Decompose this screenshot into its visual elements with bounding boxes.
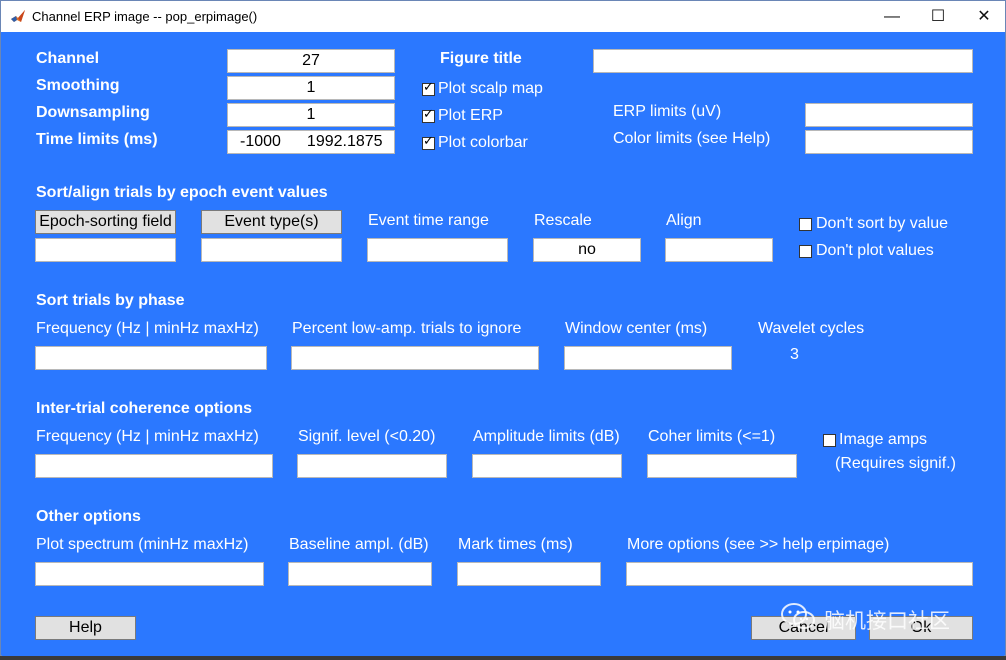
percent-ignore-input[interactable] xyxy=(291,346,539,370)
window-title: Channel ERP image -- pop_erpimage() xyxy=(32,9,258,24)
mark-times-input[interactable] xyxy=(457,562,601,586)
time-limits-min: -1000 xyxy=(240,133,281,150)
smoothing-label: Smoothing xyxy=(36,77,120,94)
plot-spectrum-label: Plot spectrum (minHz maxHz) xyxy=(36,536,249,553)
color-limits-label: Color limits (see Help) xyxy=(613,130,771,147)
matlab-logo-icon xyxy=(11,10,25,22)
desktop-strip xyxy=(0,656,1006,660)
watermark-text: 脑机接口社区 xyxy=(824,609,950,633)
more-options-label: More options (see >> help erpimage) xyxy=(627,536,890,553)
plot-colorbar-checkbox[interactable] xyxy=(422,134,435,150)
align-input[interactable] xyxy=(665,238,773,262)
amplitude-limits-label: Amplitude limits (dB) xyxy=(473,428,620,445)
itc-frequency-input[interactable] xyxy=(35,454,273,478)
epoch-sorting-field-input[interactable] xyxy=(35,238,176,262)
rescale-label: Rescale xyxy=(534,212,592,229)
itc-frequency-label: Frequency (Hz | minHz maxHz) xyxy=(36,428,259,445)
wechat-icon xyxy=(781,603,815,629)
plot-colorbar-label: Plot colorbar xyxy=(438,134,528,151)
phase-section-heading: Sort trials by phase xyxy=(36,292,185,309)
erp-limits-input[interactable] xyxy=(805,103,973,127)
event-time-range-label: Event time range xyxy=(368,212,489,229)
downsampling-label: Downsampling xyxy=(36,104,150,121)
time-limits-label: Time limits (ms) xyxy=(36,131,158,148)
dont-sort-label: Don't sort by value xyxy=(816,215,949,232)
watermark: 脑机接口社区 xyxy=(777,597,977,637)
dialog-window: Channel ERP image -- pop_erpimage() — ☐ … xyxy=(0,0,1006,656)
close-icon[interactable]: ✕ xyxy=(961,1,1006,32)
event-type-button[interactable]: Event type(s) xyxy=(201,210,342,234)
image-amps-checkbox[interactable] xyxy=(823,434,836,447)
epoch-sorting-field-button[interactable]: Epoch-sorting field xyxy=(35,210,176,234)
baseline-ampl-input[interactable] xyxy=(288,562,432,586)
smoothing-input[interactable]: 1 xyxy=(227,76,395,100)
more-options-input[interactable] xyxy=(626,562,973,586)
dont-plot-checkbox[interactable] xyxy=(799,245,812,258)
dont-plot-label: Don't plot values xyxy=(816,242,934,259)
channel-input[interactable]: 27 xyxy=(227,49,395,73)
event-type-input[interactable] xyxy=(201,238,342,262)
plot-erp-checkbox[interactable] xyxy=(422,107,435,123)
help-button[interactable]: Help xyxy=(35,616,136,640)
dont-sort-checkbox[interactable] xyxy=(799,218,812,231)
phase-frequency-input[interactable] xyxy=(35,346,267,370)
erp-limits-label: ERP limits (uV) xyxy=(613,103,722,120)
figure-title-input[interactable] xyxy=(593,49,973,73)
event-time-range-input[interactable] xyxy=(367,238,508,262)
channel-label: Channel xyxy=(36,50,100,67)
mark-times-label: Mark times (ms) xyxy=(458,536,573,553)
time-limits-input[interactable]: -1000 1992.1875 xyxy=(227,130,395,154)
requires-signif-label: (Requires signif.) xyxy=(835,455,956,472)
align-label: Align xyxy=(666,212,702,229)
plot-erp-label: Plot ERP xyxy=(438,107,503,124)
sort-section-heading: Sort/align trials by epoch event values xyxy=(36,184,328,201)
signif-level-label: Signif. level (<0.20) xyxy=(298,428,436,445)
title-bar: Channel ERP image -- pop_erpimage() — ☐ … xyxy=(1,1,1005,32)
plot-scalp-map-checkbox[interactable] xyxy=(422,80,435,96)
baseline-ampl-label: Baseline ampl. (dB) xyxy=(289,536,429,553)
window-center-input[interactable] xyxy=(564,346,732,370)
minimize-icon[interactable]: — xyxy=(869,1,915,32)
color-limits-input[interactable] xyxy=(805,130,973,154)
plot-spectrum-input[interactable] xyxy=(35,562,264,586)
rescale-input[interactable]: no xyxy=(533,238,641,262)
amplitude-limits-input[interactable] xyxy=(472,454,622,478)
downsampling-input[interactable]: 1 xyxy=(227,103,395,127)
plot-scalp-map-label: Plot scalp map xyxy=(438,80,543,97)
wavelet-cycles-value: 3 xyxy=(790,346,799,363)
other-section-heading: Other options xyxy=(36,508,141,525)
maximize-icon[interactable]: ☐ xyxy=(915,1,961,32)
coher-limits-input[interactable] xyxy=(647,454,797,478)
time-limits-max: 1992.1875 xyxy=(306,133,383,150)
figure-title-label: Figure title xyxy=(440,50,522,67)
image-amps-label: Image amps xyxy=(839,431,928,448)
itc-section-heading: Inter-trial coherence options xyxy=(36,400,253,417)
window-center-label: Window center (ms) xyxy=(565,320,708,337)
signif-level-input[interactable] xyxy=(297,454,447,478)
wavelet-cycles-label: Wavelet cycles xyxy=(758,320,865,337)
percent-ignore-label: Percent low-amp. trials to ignore xyxy=(292,320,522,337)
phase-frequency-label: Frequency (Hz | minHz maxHz) xyxy=(36,320,259,337)
coher-limits-label: Coher limits (<=1) xyxy=(648,428,776,445)
dialog-panel: Channel 27 Smoothing 1 Downsampling 1 Ti… xyxy=(2,32,1004,656)
